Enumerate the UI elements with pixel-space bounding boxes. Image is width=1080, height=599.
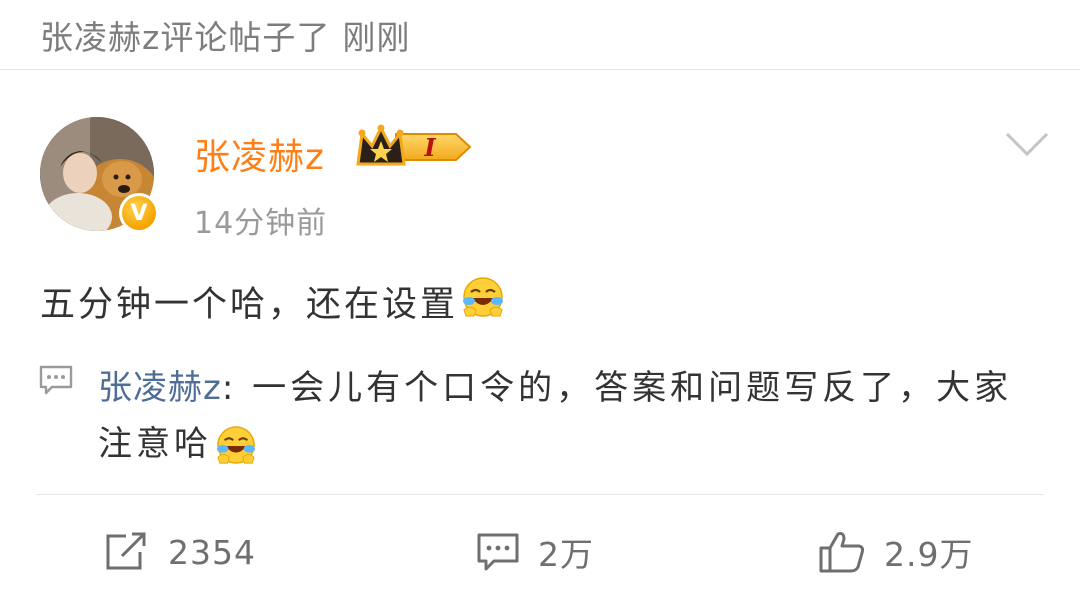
verified-v-icon: V	[122, 196, 156, 230]
featured-comment[interactable]: 张凌赫z: 一会儿有个口令的，答案和问题写反了，大家注意哈	[98, 360, 1038, 474]
comment-author[interactable]: 张凌赫z	[98, 368, 222, 408]
comment-button[interactable]: 2万	[476, 528, 594, 576]
post-time: 14分钟前	[194, 206, 328, 241]
post-text: 五分钟一个哈，还在设置	[40, 285, 459, 325]
like-button[interactable]: 2.9万	[818, 528, 973, 576]
comment-separator: :	[221, 368, 238, 408]
comment-count: 2万	[538, 535, 594, 574]
crown-vip-icon[interactable]: I	[356, 124, 474, 174]
like-count: 2.9万	[884, 535, 974, 574]
notification-time: 刚刚	[342, 17, 411, 57]
chevron-down-icon[interactable]	[1005, 130, 1049, 164]
notification-banner[interactable]: 张凌赫z评论帖子了 刚刚	[0, 0, 1080, 70]
post-body: 五分钟一个哈，还在设置	[40, 276, 504, 327]
post-author-name[interactable]: 张凌赫z	[194, 128, 325, 180]
comment-icon	[477, 533, 519, 571]
notification-message: 张凌赫z评论帖子了	[40, 17, 331, 57]
repost-button[interactable]: 2354	[104, 528, 256, 576]
verified-badge: V	[119, 193, 159, 233]
laugh-cry-emoji-icon	[462, 276, 504, 327]
thumbs-up-icon	[819, 532, 865, 573]
weibo-post-page: 张凌赫z评论帖子了 刚刚 V 张凌赫z I 14分钟前 五分钟一个哈，还在设置 …	[0, 0, 1080, 599]
comment-icon	[38, 364, 74, 400]
vip-level: I	[423, 133, 436, 162]
repost-count: 2354	[168, 532, 256, 572]
divider	[36, 494, 1044, 495]
laugh-cry-emoji-icon	[216, 418, 256, 474]
repost-icon	[106, 532, 146, 570]
